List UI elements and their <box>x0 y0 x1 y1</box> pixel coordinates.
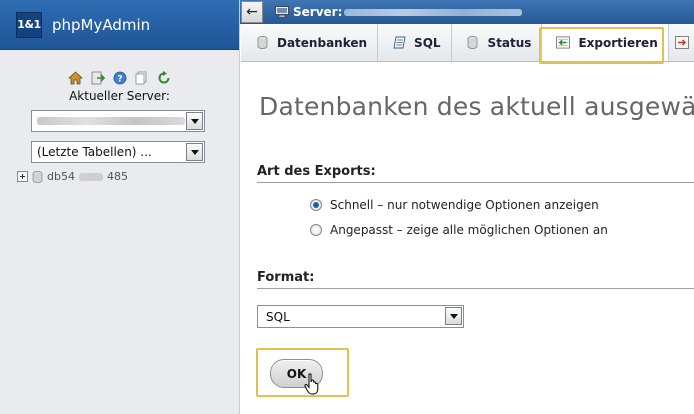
home-icon[interactable] <box>68 70 83 85</box>
chevron-down-icon[interactable] <box>186 143 203 161</box>
brand-logo[interactable]: 1&1 <box>16 11 42 38</box>
brand-header: 1&1 phpMyAdmin <box>0 0 239 50</box>
server-label: Aktueller Server: <box>69 89 170 103</box>
reload-icon[interactable] <box>156 70 171 85</box>
tab-databases[interactable]: Datenbanken <box>241 24 379 61</box>
chevron-down-icon[interactable] <box>186 112 203 130</box>
export-type-heading: Art des Exports: <box>257 164 376 179</box>
divider <box>257 182 694 183</box>
server-value-redacted <box>37 117 185 125</box>
back-button[interactable]: ← <box>241 1 263 23</box>
server-icon <box>275 6 289 18</box>
sidebar-toolbar: ? <box>0 70 239 85</box>
tab-status[interactable]: Status <box>452 24 543 61</box>
tab-more[interactable] <box>669 24 694 61</box>
tab-label: Status <box>487 35 532 50</box>
database-name-redacted <box>78 172 103 181</box>
radio-custom-label[interactable]: Angepasst – zeige alle möglichen Optione… <box>330 223 608 237</box>
brand-name[interactable]: phpMyAdmin <box>52 16 150 34</box>
divider <box>257 288 694 289</box>
sql-icon <box>392 36 406 50</box>
recent-tables-select[interactable]: (Letzte Tabellen) ... <box>31 141 205 163</box>
main-tabs: Datenbanken SQL Status Exportieren <box>241 24 694 62</box>
exit-icon[interactable] <box>90 70 105 85</box>
database-icon <box>255 36 269 50</box>
ok-button[interactable]: OK <box>270 359 323 388</box>
format-select[interactable]: SQL <box>257 305 464 328</box>
database-icon <box>32 170 43 183</box>
server-select[interactable] <box>31 110 205 132</box>
page-title: Datenbanken des aktuell ausgewählten <box>259 92 694 121</box>
breadcrumb-server-label[interactable]: Server: <box>293 5 342 19</box>
database-name-prefix: db54 <box>47 170 75 183</box>
format-heading: Format: <box>257 270 315 285</box>
database-tree-item[interactable]: db54 485 <box>17 170 128 183</box>
recent-tables-value: (Letzte Tabellen) ... <box>37 145 152 159</box>
server-breadcrumb-bar: ← Server: <box>240 0 694 24</box>
page-title-container: Datenbanken des aktuell ausgewählten <box>241 80 694 130</box>
format-value: SQL <box>266 309 290 324</box>
breadcrumb-server-redacted[interactable] <box>344 8 523 16</box>
status-icon <box>466 36 480 50</box>
tab-label: Exportieren <box>578 35 658 50</box>
tab-sql[interactable]: SQL <box>378 24 452 61</box>
radio-quick-label[interactable]: Schnell – nur notwendige Optionen anzeig… <box>330 198 599 212</box>
svg-text:?: ? <box>117 74 122 84</box>
expand-icon[interactable] <box>17 171 28 182</box>
database-name-suffix: 485 <box>106 170 128 183</box>
help-icon[interactable]: ? <box>112 70 127 85</box>
tab-export[interactable]: Exportieren <box>542 24 669 61</box>
tab-label: Datenbanken <box>277 35 368 50</box>
radio-custom-export[interactable]: Angepasst – zeige alle möglichen Optione… <box>310 223 608 237</box>
chevron-down-icon[interactable] <box>445 307 462 325</box>
radio-custom-button[interactable] <box>310 224 322 236</box>
export-icon <box>556 36 571 50</box>
navigation-sidebar: 1&1 phpMyAdmin ? Aktueller Server: (Letz… <box>0 0 240 414</box>
radio-quick-button[interactable] <box>310 199 322 211</box>
import-icon <box>674 36 689 50</box>
radio-quick-export[interactable]: Schnell – nur notwendige Optionen anzeig… <box>310 198 599 212</box>
tab-label: SQL <box>414 35 441 50</box>
docs-icon[interactable] <box>134 70 149 85</box>
